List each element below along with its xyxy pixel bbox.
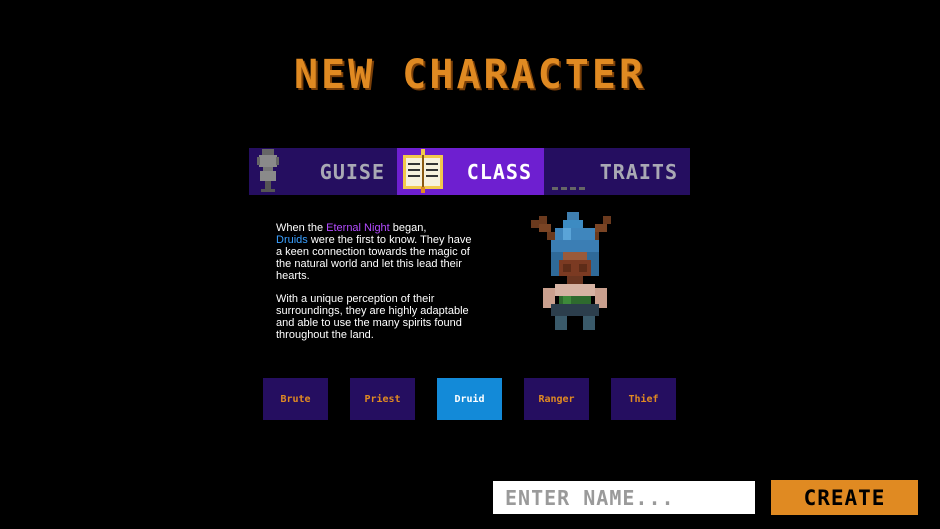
- mannequin-icon: [253, 149, 283, 197]
- druids-highlight: Druids: [276, 234, 308, 246]
- tab-traits-label: TRAITS: [599, 159, 678, 184]
- tab-class[interactable]: CLASS: [397, 148, 544, 195]
- tab-bar: GUISE CLASS TRAITS: [249, 148, 690, 195]
- tab-traits[interactable]: TRAITS: [544, 148, 690, 195]
- class-option-thief[interactable]: Thief: [611, 378, 676, 420]
- traits-icon: [548, 149, 588, 197]
- create-button[interactable]: CREATE: [771, 480, 918, 515]
- description-text: began,: [389, 222, 427, 234]
- class-description: When the Eternal Night began, Druids wer…: [276, 222, 476, 352]
- tab-guise[interactable]: GUISE: [249, 148, 397, 195]
- class-option-ranger[interactable]: Ranger: [524, 378, 589, 420]
- description-paragraph-2: With a unique perception of their surrou…: [276, 293, 469, 341]
- spellbook-icon: [401, 149, 445, 197]
- class-option-druid[interactable]: Druid: [437, 378, 502, 420]
- tab-guise-label: GUISE: [319, 159, 385, 184]
- tab-class-label: CLASS: [466, 159, 532, 184]
- class-option-brute[interactable]: Brute: [263, 378, 328, 420]
- druid-sprite-icon: [527, 208, 623, 332]
- screen-title: NEW CHARACTER: [293, 52, 647, 98]
- class-option-priest[interactable]: Priest: [350, 378, 415, 420]
- description-paragraph-1: When the Eternal Night began, Druids wer…: [276, 222, 476, 282]
- eternal-night-highlight: Eternal Night: [326, 222, 390, 234]
- description-text: When the: [276, 222, 327, 234]
- name-input[interactable]: [493, 481, 755, 514]
